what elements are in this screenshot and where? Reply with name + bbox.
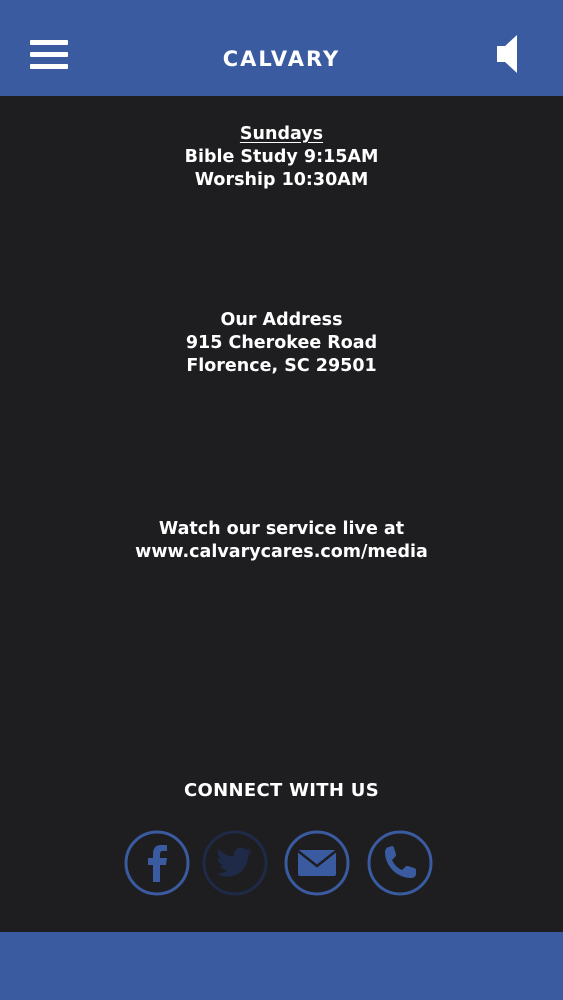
speaker-icon — [497, 35, 517, 73]
email-icon — [284, 830, 350, 896]
email-button[interactable] — [284, 830, 350, 896]
top-bar: CALVARY — [0, 0, 563, 96]
livestream-info: Watch our service live at www.calvarycar… — [0, 518, 563, 564]
twitter-button[interactable] — [202, 830, 268, 896]
phone-icon — [367, 830, 433, 896]
bible-study-time: Bible Study 9:15AM — [184, 147, 379, 167]
facebook-button[interactable] — [124, 830, 190, 896]
address-heading: Our Address — [220, 310, 343, 330]
address-city: Florence, SC 29501 — [186, 356, 377, 376]
app-title: CALVARY — [222, 47, 341, 71]
facebook-icon — [124, 830, 190, 896]
app-screen: CALVARY Sundays Bible Study 9:15AM Worsh… — [0, 0, 563, 1000]
audio-button[interactable] — [493, 32, 533, 76]
service-times-heading: Sundays — [239, 124, 324, 144]
church-address: Our Address 915 Cherokee Road Florence, … — [0, 309, 563, 378]
bottom-bar — [0, 932, 563, 1000]
address-street: 915 Cherokee Road — [185, 333, 378, 353]
twitter-icon — [202, 830, 268, 896]
phone-button[interactable] — [367, 830, 433, 896]
service-times: Sundays Bible Study 9:15AM Worship 10:30… — [0, 123, 563, 192]
social-links — [0, 830, 563, 900]
livestream-text: Watch our service live at — [158, 519, 405, 539]
livestream-link[interactable]: www.calvarycares.com/media — [0, 541, 563, 564]
worship-time: Worship 10:30AM — [194, 170, 369, 190]
connect-heading: CONNECT WITH US — [184, 780, 379, 801]
